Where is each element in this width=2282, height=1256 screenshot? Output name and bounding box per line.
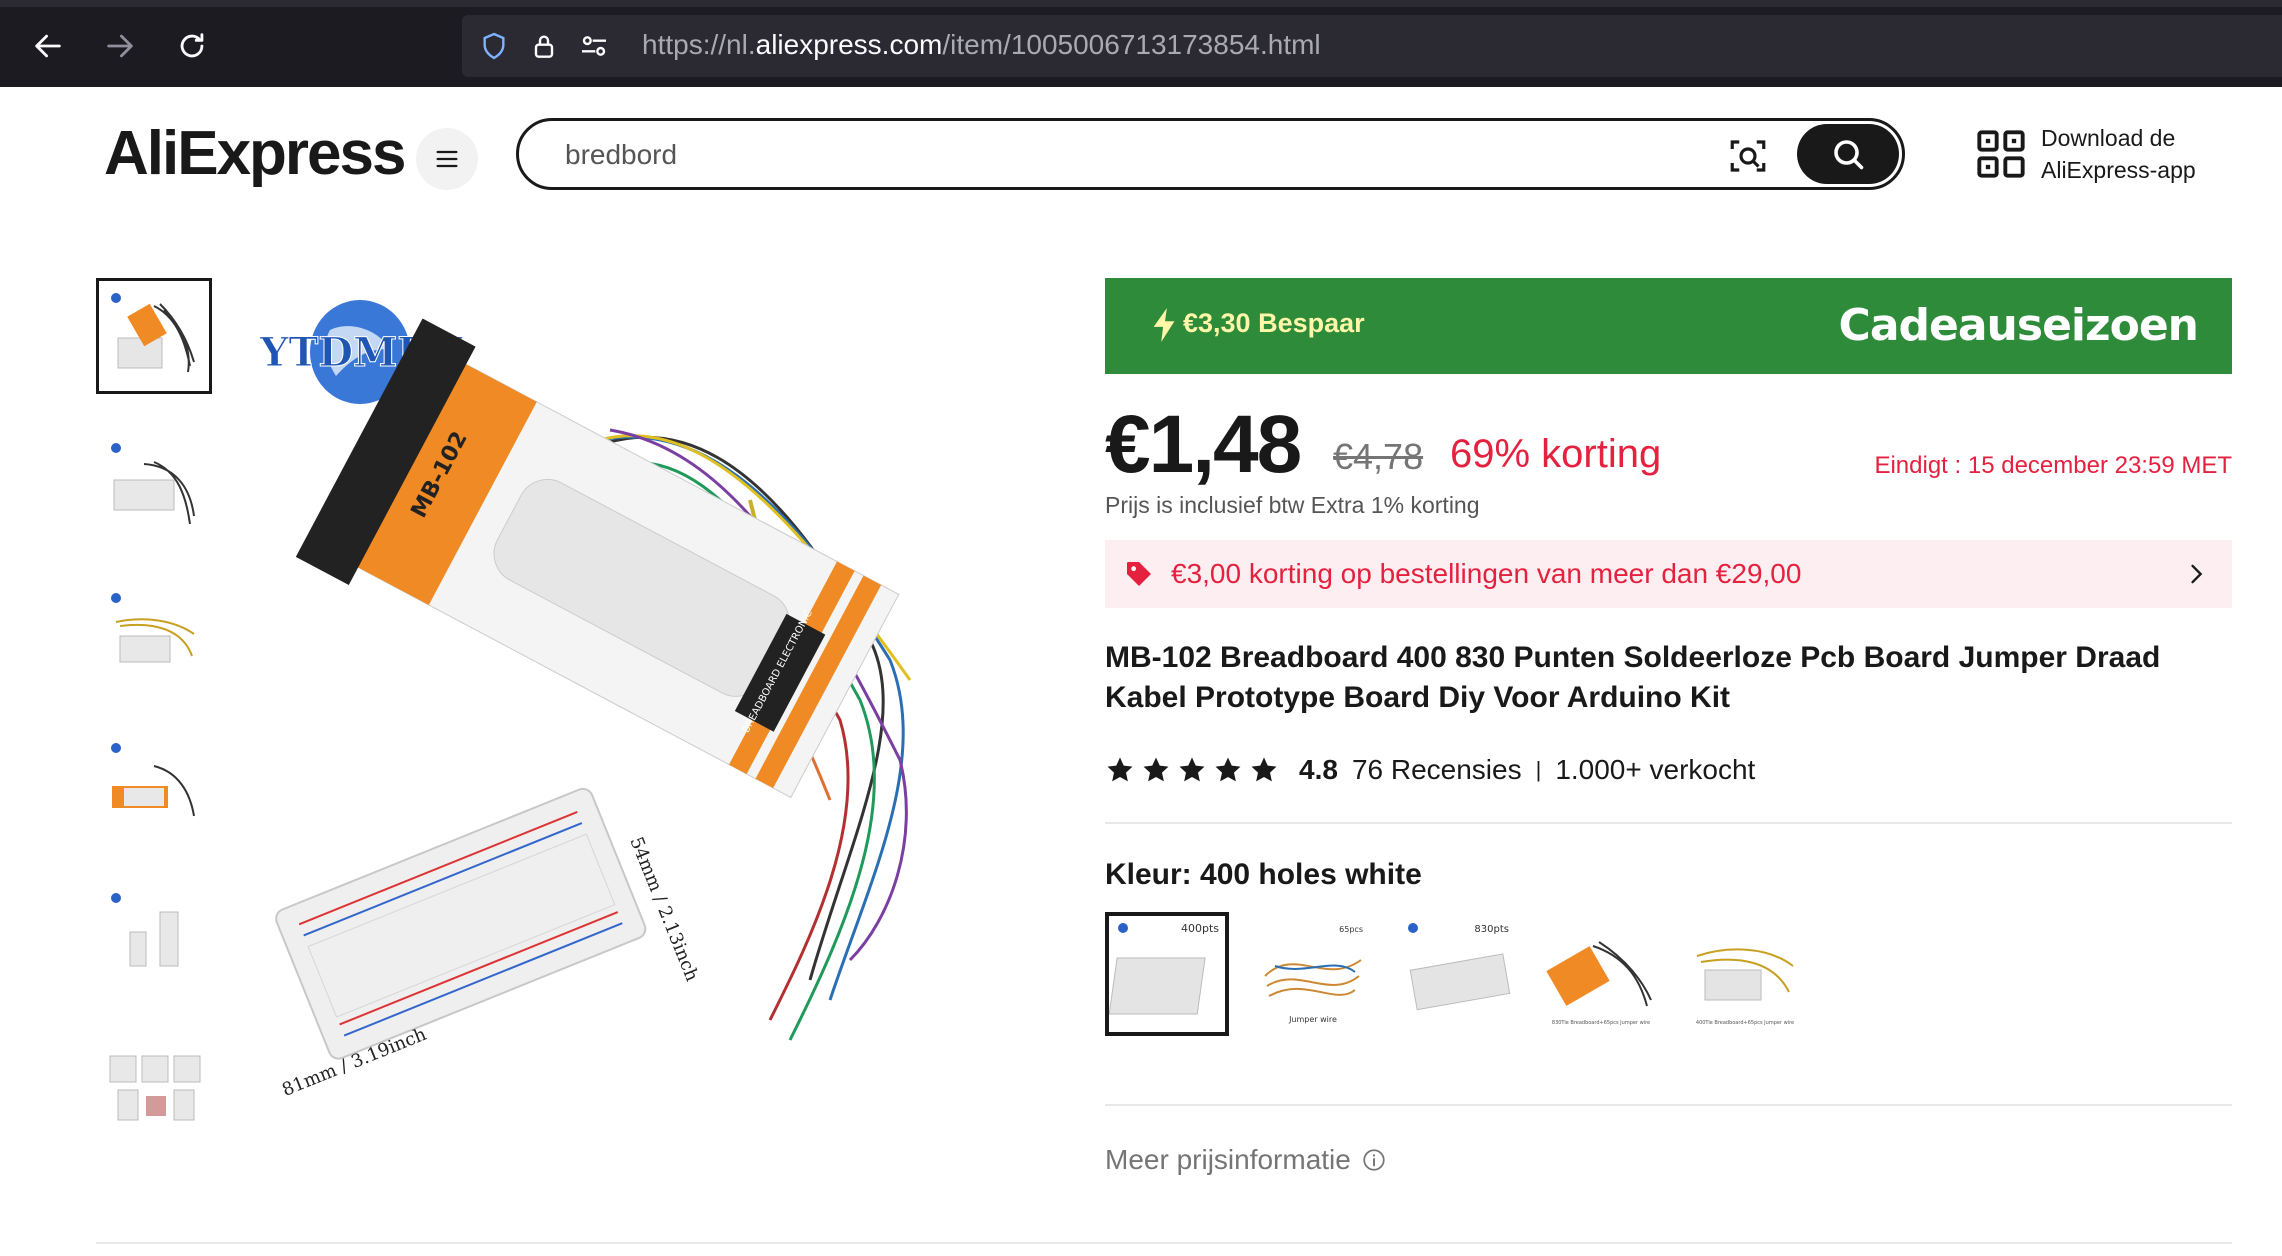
thumbnail-6[interactable] — [96, 1028, 212, 1144]
svg-text:830Tie Breadboard+65pcs Jumper: 830Tie Breadboard+65pcs Jumper wire — [1552, 1020, 1650, 1026]
product-title-line2: Kabel Prototype Board Diy Voor Arduino K… — [1105, 681, 1731, 714]
sale-ends-label: Eindigt : — [1874, 452, 1962, 479]
star-icon — [1179, 757, 1205, 782]
shield-icon[interactable] — [478, 30, 510, 62]
variant-caption: 400pts — [1181, 922, 1219, 935]
address-bar[interactable]: https://nl.aliexpress.com/item/100500671… — [462, 15, 2282, 77]
promo-banner[interactable]: €3,30 Bespaar Cadeauseizoen — [1105, 278, 2232, 374]
star-icon — [1251, 757, 1277, 782]
app-download-line2: AliExpress-app — [2041, 157, 2196, 183]
breadboard-box: MB-102 BREADBOARD ELECTRONIC — [295, 318, 900, 799]
rating-value: 4.8 — [1299, 754, 1338, 785]
divider — [1105, 1104, 2232, 1106]
url-path: /item/1005006713173854.html — [942, 29, 1321, 60]
aliexpress-logo[interactable]: AliExpress — [104, 118, 407, 189]
back-arrow-icon — [35, 34, 61, 58]
variant-image: 400Tie Breadboard+65pcs Jumper wire — [1696, 948, 1794, 1026]
thumbnail-image — [111, 893, 179, 967]
reload-icon — [180, 33, 204, 58]
variant-label: Kleur: 400 holes white — [1105, 858, 1422, 891]
thumbnail-3[interactable] — [96, 578, 212, 694]
forward-arrow-icon — [107, 34, 133, 58]
url-text[interactable]: https://nl.aliexpress.com/item/100500671… — [642, 29, 1321, 61]
search-button[interactable] — [1797, 124, 1899, 184]
discount-percent: 69% korting — [1450, 432, 1662, 476]
search-icon — [1834, 140, 1864, 170]
app-download-text: Download de AliExpress-app — [2041, 122, 2196, 186]
star-rating — [1105, 755, 1285, 785]
price-row: €1,48 €4,78 69% korting Eindigt : 15 dec… — [1105, 398, 2232, 490]
thumbnail-5[interactable] — [96, 878, 212, 994]
lock-icon[interactable] — [528, 30, 560, 62]
tab-strip-edge — [0, 0, 2282, 7]
browser-toolbar: https://nl.aliexpress.com/item/100500671… — [0, 0, 2282, 87]
hamburger-icon — [436, 150, 458, 168]
coupon-text: €3,00 korting op bestellingen van meer d… — [1171, 558, 1802, 589]
variant-caption: 830pts — [1474, 924, 1509, 935]
variant-option-5[interactable]: 400Tie Breadboard+65pcs Jumper wire — [1683, 912, 1807, 1036]
thumbnail-image — [111, 743, 195, 817]
variant-image: 830Tie Breadboard+65pcs Jumper wire — [1546, 941, 1652, 1026]
search-input[interactable] — [565, 135, 1715, 175]
variant-option-4[interactable]: 830Tie Breadboard+65pcs Jumper wire — [1539, 912, 1663, 1036]
app-download-line1: Download de — [2041, 125, 2176, 151]
current-price: €1,48 — [1105, 399, 1302, 490]
thumbnail-image — [111, 593, 195, 663]
product-title: MB-102 Breadboard 400 830 Punten Soldeer… — [1105, 638, 2232, 718]
camera-scan-icon — [1730, 140, 1766, 172]
image-search-button[interactable] — [1727, 135, 1769, 177]
variant-caption: 65pcs — [1339, 925, 1363, 934]
thumbnail-4[interactable] — [96, 728, 212, 844]
info-icon — [1363, 1149, 1385, 1171]
reload-button[interactable] — [168, 22, 216, 70]
permissions-icon[interactable] — [578, 30, 610, 62]
thumbnail-2[interactable] — [96, 428, 212, 544]
thumbnail-image — [111, 293, 195, 373]
back-button[interactable] — [24, 22, 72, 70]
qr-code-icon — [1977, 130, 2025, 178]
chevron-right-icon — [2191, 564, 2203, 584]
divider — [96, 1242, 2232, 1244]
variant-subcaption: Jumper wire — [1288, 1015, 1337, 1024]
url-prefix: https://nl. — [642, 29, 756, 60]
logo-text: AliExpress — [104, 119, 407, 188]
vat-note: Prijs is inclusief btw Extra 1% korting — [1105, 492, 1480, 518]
variant-image: 400pts — [1109, 922, 1219, 1015]
more-price-info-link[interactable]: Meer prijsinformatie — [1105, 1144, 1387, 1176]
variant-image: 65pcs Jumper wire — [1264, 925, 1363, 1024]
variant-option-3[interactable]: 830pts — [1395, 912, 1519, 1036]
promo-savings: €3,30 Bespaar — [1183, 308, 1365, 338]
separator: | — [1535, 757, 1542, 782]
thumbnail-image — [109, 1055, 201, 1121]
star-icon — [1215, 757, 1241, 782]
svg-text:400Tie Breadboard+65pcs Jumper: 400Tie Breadboard+65pcs Jumper wire — [1696, 1020, 1794, 1026]
star-icon — [1107, 757, 1133, 782]
promo-campaign: Cadeauseizoen — [1838, 300, 2199, 351]
divider — [1105, 822, 2232, 824]
sale-ends: Eindigt : 15 december 23:59 MET — [1874, 452, 2232, 480]
original-price: €4,78 — [1333, 436, 1424, 477]
thumbnail-1[interactable] — [96, 278, 212, 394]
variant-image: 830pts — [1408, 923, 1511, 1011]
lightning-icon — [1153, 308, 1175, 342]
sold-count: 1.000+ verkocht — [1555, 754, 1756, 785]
reviews-link[interactable]: 76 Recensies — [1352, 754, 1522, 786]
coupon-bar[interactable]: €3,00 korting op bestellingen van meer d… — [1105, 540, 2232, 608]
url-domain: aliexpress.com — [755, 29, 943, 60]
product-title-line1: MB-102 Breadboard 400 830 Punten Soldeer… — [1105, 641, 2161, 674]
star-icon — [1143, 757, 1169, 782]
price-tag-icon — [1127, 562, 1151, 586]
category-menu-button[interactable] — [416, 128, 478, 190]
forward-button[interactable] — [96, 22, 144, 70]
app-download-link[interactable]: Download de AliExpress-app — [1975, 122, 2196, 186]
loose-breadboard — [275, 787, 647, 1060]
thumbnail-image — [111, 443, 195, 525]
variant-option-1[interactable]: 400pts — [1105, 912, 1229, 1036]
rating-row: 4.8 76 Recensies | 1.000+ verkocht — [1105, 752, 1755, 788]
search-bar — [516, 118, 1905, 190]
more-price-info-text: Meer prijsinformatie — [1105, 1144, 1351, 1175]
main-product-image[interactable]: YTDMEN MB-102 BREADBOARD ELECTRONIC 81mm… — [250, 280, 1010, 1100]
variant-option-2[interactable]: 65pcs Jumper wire — [1251, 912, 1375, 1036]
sale-ends-time: 15 december 23:59 MET — [1967, 452, 2232, 479]
